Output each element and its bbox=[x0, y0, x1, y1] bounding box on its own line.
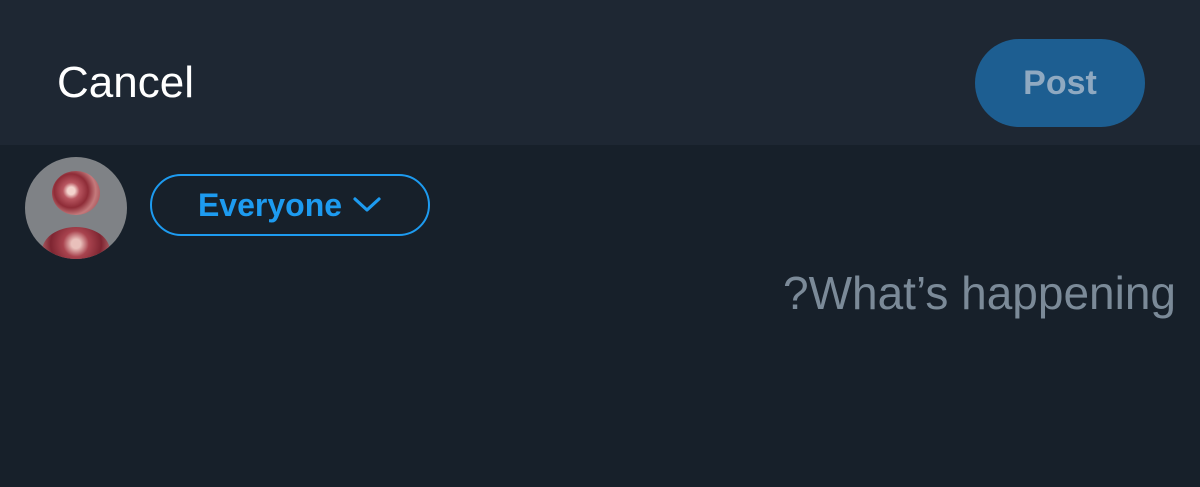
chevron-down-icon bbox=[353, 197, 381, 212]
avatar-image-top bbox=[52, 171, 100, 215]
audience-selector-button[interactable]: Everyone bbox=[150, 174, 430, 236]
post-button[interactable]: Post bbox=[975, 39, 1145, 127]
compose-area: Everyone bbox=[0, 145, 1200, 487]
cancel-button[interactable]: Cancel bbox=[57, 55, 194, 111]
compose-text-input[interactable] bbox=[476, 263, 1176, 323]
audience-label: Everyone bbox=[197, 186, 343, 223]
avatar[interactable] bbox=[25, 157, 127, 259]
compose-header: Cancel Post bbox=[0, 0, 1200, 145]
avatar-image-bottom bbox=[42, 227, 110, 259]
